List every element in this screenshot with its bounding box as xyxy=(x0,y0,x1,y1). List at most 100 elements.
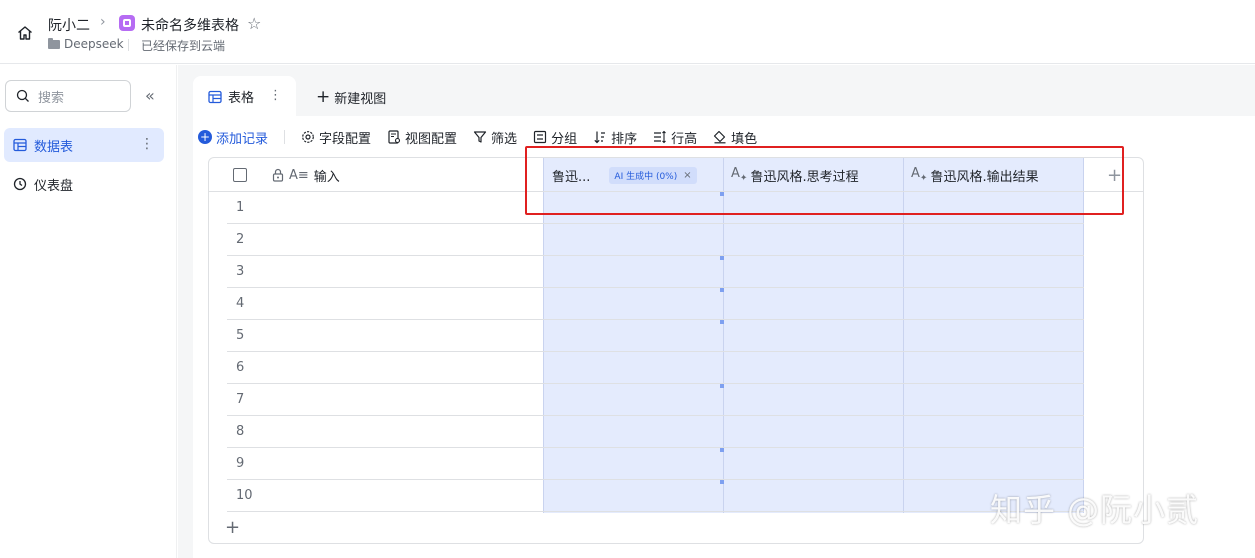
row-height-label: 行高 xyxy=(671,131,698,147)
view-config-icon xyxy=(387,130,401,144)
filter-button[interactable]: 筛选 xyxy=(473,128,517,147)
row-height-button[interactable]: 行高 xyxy=(653,128,697,147)
table-icon xyxy=(13,138,27,152)
more-vertical-icon[interactable]: ⋮ xyxy=(269,88,282,103)
sidebar-item-datatable[interactable]: 数据表 ⋮ xyxy=(4,128,164,162)
row-number: 3 xyxy=(236,264,245,279)
row-number: 6 xyxy=(236,360,245,375)
column-label: 输入 xyxy=(313,169,340,185)
cell-status-marker xyxy=(720,384,724,388)
dashboard-icon xyxy=(13,177,27,191)
star-icon[interactable]: ☆ xyxy=(247,14,261,33)
main-area: 表格 ⋮ + 新建视图 + 添加记录 字段配置 视图配置 筛选 分组 排序 行高… xyxy=(178,65,1255,558)
sidebar-item-label: 仪表盘 xyxy=(34,178,74,194)
row-divider xyxy=(227,511,1084,512)
text-field-icon: A≡ xyxy=(289,167,309,183)
column-header-output[interactable]: A✦ 鲁迅风格.输出结果 xyxy=(911,158,1083,192)
table-row[interactable] xyxy=(227,320,1084,352)
sort-label: 排序 xyxy=(611,131,638,147)
row-number: 5 xyxy=(236,328,245,343)
cell-status-marker xyxy=(720,480,724,484)
column-label: 鲁迅风格.输出结果 xyxy=(930,169,1039,185)
fill-color-label: 填色 xyxy=(731,131,758,147)
table-row[interactable] xyxy=(227,288,1084,320)
column-header-thinking[interactable]: A✦ 鲁迅风格.思考过程 xyxy=(731,158,903,192)
more-vertical-icon[interactable]: ⋮ xyxy=(140,136,154,152)
sidebar-item-label: 数据表 xyxy=(34,139,74,155)
group-label: 分组 xyxy=(551,131,578,147)
view-toolbar: + 添加记录 字段配置 视图配置 筛选 分组 排序 行高 填色 xyxy=(198,127,773,147)
field-config-button[interactable]: 字段配置 xyxy=(301,128,371,147)
add-record-label: 添加记录 xyxy=(216,131,269,147)
add-record-button[interactable]: + 添加记录 xyxy=(198,128,268,147)
group-button[interactable]: 分组 xyxy=(533,128,577,147)
sidebar: 搜索 « 数据表 ⋮ 仪表盘 xyxy=(0,65,177,558)
save-status: 已经保存到云端 xyxy=(141,39,226,53)
fill-color-button[interactable]: 填色 xyxy=(713,128,757,147)
table-row[interactable] xyxy=(227,256,1084,288)
cell-status-marker xyxy=(720,320,724,324)
search-icon xyxy=(16,89,29,102)
row-number: 9 xyxy=(236,456,245,471)
table-row[interactable] xyxy=(227,352,1084,384)
grid-header: A≡ 输入 鲁迅... AI 生成中 (0%) × A✦ 鲁迅风格.思考过程 A… xyxy=(209,158,1143,192)
data-grid: A≡ 输入 鲁迅... AI 生成中 (0%) × A✦ 鲁迅风格.思考过程 A… xyxy=(208,157,1144,544)
table-row[interactable] xyxy=(227,416,1084,448)
base-app-icon xyxy=(119,15,135,31)
cell-status-marker xyxy=(720,288,724,292)
table-row[interactable] xyxy=(227,384,1084,416)
group-icon xyxy=(533,130,547,144)
table-row[interactable] xyxy=(227,192,1084,224)
close-icon[interactable]: × xyxy=(683,170,691,181)
column-label: 鲁迅... xyxy=(552,169,591,185)
column-header-input[interactable]: A≡ 输入 xyxy=(271,158,543,192)
table-icon xyxy=(208,90,222,103)
doc-title[interactable]: 未命名多维表格 xyxy=(141,15,239,35)
tab-label: 表格 xyxy=(228,91,255,106)
toolbar-divider xyxy=(284,130,286,144)
add-field-icon[interactable]: + xyxy=(1107,165,1122,186)
chevron-right-icon: › xyxy=(100,14,106,30)
table-row[interactable] xyxy=(227,224,1084,256)
filter-icon xyxy=(473,130,487,144)
paint-bucket-icon xyxy=(713,130,727,144)
row-number: 8 xyxy=(236,424,245,439)
folder-name[interactable]: Deepseek xyxy=(64,37,124,51)
divider xyxy=(128,39,129,51)
column-label: 鲁迅风格.思考过程 xyxy=(750,169,859,185)
row-number: 1 xyxy=(236,200,245,215)
new-view-label: 新建视图 xyxy=(334,91,387,107)
search-input[interactable]: 搜索 xyxy=(5,80,131,112)
view-config-label: 视图配置 xyxy=(405,131,458,147)
cell-status-marker xyxy=(720,448,724,452)
cell-status-marker xyxy=(720,256,724,260)
folder-icon xyxy=(48,38,60,49)
cell-status-marker xyxy=(720,192,724,196)
sidebar-item-dashboard[interactable]: 仪表盘 xyxy=(4,167,164,201)
ai-text-field-icon: A✦ xyxy=(731,166,748,184)
sort-button[interactable]: 排序 xyxy=(593,128,637,147)
breadcrumb-user[interactable]: 阮小二 xyxy=(48,15,90,35)
search-placeholder: 搜索 xyxy=(38,90,65,106)
row-number: 7 xyxy=(236,392,245,407)
collapse-sidebar-icon[interactable]: « xyxy=(145,86,155,106)
tab-grid-view[interactable]: 表格 ⋮ xyxy=(193,76,296,117)
row-height-icon xyxy=(653,130,667,144)
home-icon[interactable] xyxy=(14,22,36,44)
view-config-button[interactable]: 视图配置 xyxy=(387,128,457,147)
ai-progress-label: AI 生成中 (0%) xyxy=(614,171,678,182)
lock-icon xyxy=(272,168,284,182)
column-header-luxun-ai[interactable]: 鲁迅... AI 生成中 (0%) × xyxy=(552,158,724,192)
select-all-checkbox[interactable] xyxy=(233,158,247,192)
field-config-label: 字段配置 xyxy=(319,131,372,147)
ai-generating-badge: AI 生成中 (0%) × xyxy=(609,166,697,184)
row-number: 4 xyxy=(236,296,245,311)
gear-icon xyxy=(301,130,315,144)
table-row[interactable] xyxy=(227,480,1084,512)
add-row-icon[interactable]: + xyxy=(225,517,240,538)
table-row[interactable] xyxy=(227,448,1084,480)
ai-text-field-icon: A✦ xyxy=(911,166,928,184)
top-bar: 阮小二 › 未命名多维表格 ☆ Deepseek 已经保存到云端 xyxy=(0,0,1255,64)
filter-label: 筛选 xyxy=(491,131,518,147)
new-view-button[interactable]: + 新建视图 xyxy=(316,87,386,107)
